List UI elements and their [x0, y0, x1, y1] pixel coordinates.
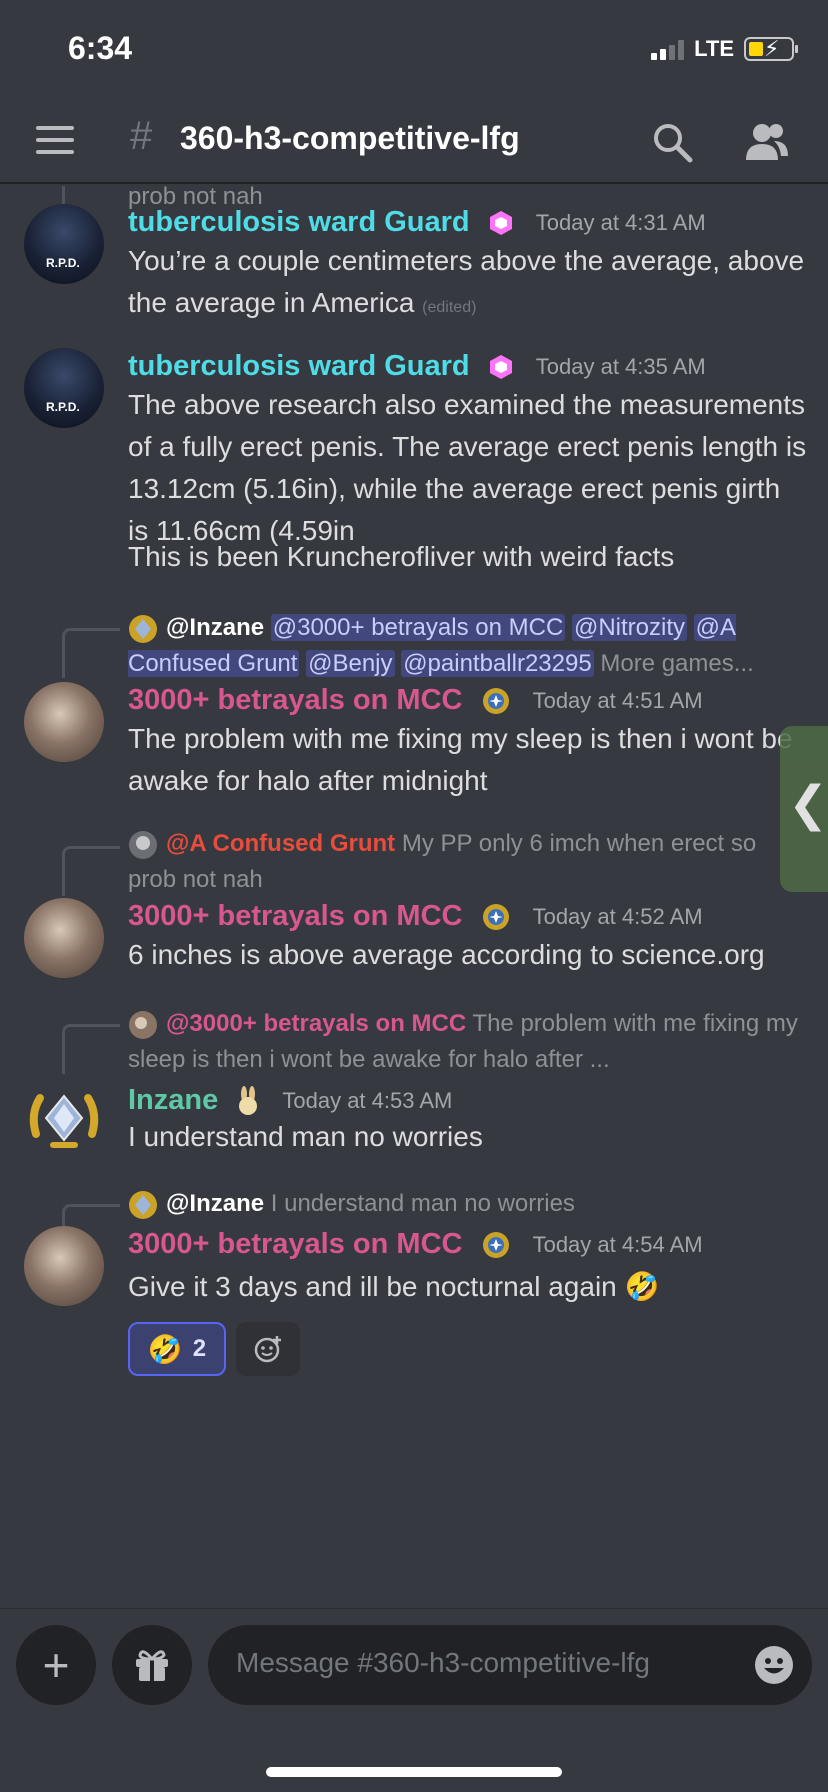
channel-header: # 360-h3-competitive-lfg	[0, 100, 828, 184]
inzane-emblem-icon	[29, 1094, 99, 1148]
author-name[interactable]: tuberculosis ward Guard	[128, 350, 470, 382]
message-text: The problem with me fixing my sleep is t…	[128, 723, 793, 796]
role-badge-icon	[482, 688, 509, 715]
search-icon[interactable]	[650, 120, 694, 164]
channel-title[interactable]: 360-h3-competitive-lfg	[180, 120, 520, 157]
message-placeholder: Message #360-h3-competitive-lfg	[236, 1647, 650, 1678]
plus-icon: +	[42, 1639, 70, 1691]
chevron-left-icon: ❮	[788, 778, 828, 831]
timestamp: Today at 4:53 AM	[282, 1088, 453, 1114]
message-composer: + Message #360-h3-competitive-lfg	[0, 1608, 828, 1792]
author-name[interactable]: 3000+ betrayals on MCC	[128, 1228, 462, 1260]
grunt-avatar-icon	[129, 830, 157, 859]
role-badge-icon	[482, 904, 509, 931]
avatar[interactable]	[24, 898, 104, 978]
nitro-badge-icon	[489, 355, 512, 380]
message-header: 3000+ betrayals on MCC Today at 4:54 AM	[128, 1228, 703, 1261]
rabbit-badge-icon	[239, 1086, 258, 1116]
cat-avatar-icon	[129, 1010, 157, 1039]
message-text: I understand man no worries	[128, 1121, 483, 1152]
members-drawer-handle[interactable]: ❮	[780, 726, 828, 892]
timestamp: Today at 4:31 AM	[535, 210, 706, 236]
add-reaction-button[interactable]	[236, 1322, 300, 1376]
author-name[interactable]: 3000+ betrayals on MCC	[128, 684, 462, 716]
author-name[interactable]: tuberculosis ward Guard	[128, 206, 470, 238]
avatar[interactable]: R.P.D.	[24, 348, 104, 428]
avatar[interactable]	[24, 1078, 104, 1158]
reaction-count: 2	[192, 1335, 207, 1362]
rofl-emoji-icon: 🤣	[147, 1333, 183, 1365]
reaction-bar: 🤣 2	[128, 1322, 300, 1376]
timestamp: Today at 4:52 AM	[532, 904, 703, 930]
add-reaction-icon	[254, 1336, 281, 1363]
status-bar: 6:34 LTE ⚡	[0, 0, 828, 100]
message-text: The above research also examined the mea…	[128, 389, 807, 546]
status-time: 6:34	[68, 30, 133, 66]
inzane-avatar-icon	[129, 1190, 157, 1219]
gift-button[interactable]	[112, 1625, 192, 1705]
message-text: Give it 3 days and ill be nocturnal agai…	[128, 1271, 660, 1302]
avatar[interactable]	[24, 1226, 104, 1306]
status-indicators: LTE ⚡	[651, 36, 798, 62]
emoji-picker-icon[interactable]	[754, 1645, 794, 1685]
attach-button[interactable]: +	[16, 1625, 96, 1705]
message-list[interactable]: prob not nah R.P.D. tuberculosis ward Gu…	[0, 186, 828, 1606]
message-input[interactable]: Message #360-h3-competitive-lfg	[208, 1625, 812, 1705]
message-text: You’re a couple centimeters above the av…	[128, 245, 805, 318]
message-header: 3000+ betrayals on MCC Today at 4:51 AM	[128, 684, 703, 717]
reply-preview[interactable]: @Inzane I understand man no worries	[128, 1186, 808, 1222]
reply-preview[interactable]: @3000+ betrayals on MCC The problem with…	[128, 1006, 808, 1078]
network-label: LTE	[694, 36, 734, 61]
nitro-badge-icon	[489, 211, 512, 236]
message-header: tuberculosis ward Guard Today at 4:35 AM	[128, 350, 706, 383]
author-name[interactable]: Inzane	[128, 1084, 218, 1116]
menu-icon[interactable]	[36, 126, 74, 156]
reply-preview[interactable]: @A Confused Grunt My PP only 6 imch when…	[128, 826, 808, 898]
battery-icon: ⚡	[744, 36, 798, 61]
message-text: 6 inches is above average according to s…	[128, 939, 765, 970]
message-text: This is been Kruncherofliver with weird …	[128, 541, 675, 572]
message-header: tuberculosis ward Guard Today at 4:31 AM	[128, 206, 706, 239]
timestamp: Today at 4:54 AM	[532, 1232, 703, 1258]
timestamp: Today at 4:51 AM	[532, 688, 703, 714]
avatar[interactable]	[24, 682, 104, 762]
reply-preview[interactable]: @Inzane @3000+ betrayals on MCC @Nitrozi…	[128, 610, 808, 682]
role-badge-icon	[482, 1232, 509, 1259]
inzane-avatar-icon	[129, 614, 157, 643]
message-header: 3000+ betrayals on MCC Today at 4:52 AM	[128, 900, 703, 933]
reaction-rofl-button[interactable]: 🤣 2	[128, 1322, 226, 1376]
signal-icon	[651, 38, 685, 60]
timestamp: Today at 4:35 AM	[535, 354, 706, 380]
channel-hash-icon: #	[130, 114, 153, 158]
author-name[interactable]: 3000+ betrayals on MCC	[128, 900, 462, 932]
message-header: Inzane Today at 4:53 AM	[128, 1084, 452, 1117]
home-indicator[interactable]	[266, 1767, 562, 1777]
gift-icon	[136, 1650, 168, 1681]
members-icon[interactable]	[744, 120, 790, 164]
avatar[interactable]: R.P.D.	[24, 204, 104, 284]
